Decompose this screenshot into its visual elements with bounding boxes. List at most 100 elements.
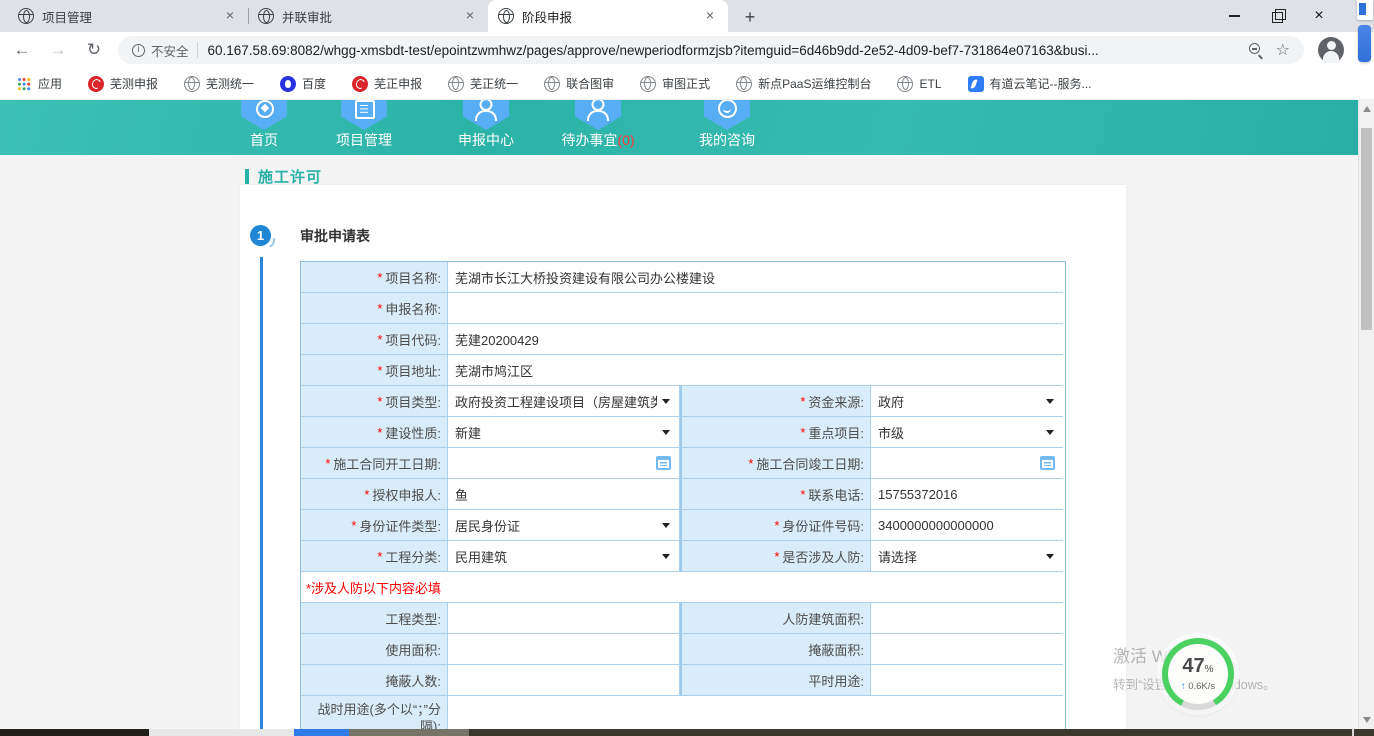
field-label: 掩蔽人数: [301, 665, 448, 696]
bookmark-label: 芜正统一 [470, 75, 518, 92]
profile-avatar[interactable] [1318, 37, 1344, 63]
field-text-input[interactable] [871, 665, 1063, 696]
windows-taskbar[interactable] [0, 729, 1374, 736]
dropdown-caret-icon [662, 430, 670, 435]
field-text-input[interactable]: 鱼 [448, 479, 680, 510]
person-icon [474, 100, 498, 120]
docked-note-icon[interactable] [1357, 0, 1373, 20]
field-text-input[interactable]: 芜湖市长江大桥投资建设有限公司办公楼建设 [448, 262, 1063, 293]
bookmark-item[interactable]: 审图正式 [640, 75, 710, 92]
tab-close-icon[interactable]: × [462, 8, 478, 24]
bookmarks-bar: 应用 芜测申报 芜测统一 百度 芜正申报 芜正统一 联合图审 审图正式 新点Pa… [0, 68, 1374, 100]
field-text-input[interactable] [448, 293, 1063, 324]
bookmark-item[interactable]: 芜正统一 [448, 75, 518, 92]
field-label: *项目地址: [301, 355, 448, 386]
field-label: 工程类型: [301, 603, 448, 634]
browser-tab[interactable]: 阶段申报 × [488, 0, 728, 32]
scrollbar-up-icon[interactable] [1363, 106, 1371, 112]
net-speed: 0.6K/s [1188, 681, 1215, 692]
field-label: *授权申报人: [301, 479, 448, 510]
field-text-input[interactable] [448, 696, 1063, 729]
field-text-input[interactable] [448, 603, 680, 634]
new-tab-button[interactable]: + [736, 4, 764, 32]
bookmark-item[interactable]: 联合图审 [544, 75, 614, 92]
zoom-out-icon[interactable] [1248, 42, 1264, 58]
bookmark-label: 芜测申报 [110, 75, 158, 92]
field-text-input[interactable]: 15755372016 [871, 479, 1063, 510]
back-icon[interactable]: ← [8, 36, 36, 64]
field-label: *申报名称: [301, 293, 448, 324]
reload-icon[interactable]: ↻ [80, 36, 108, 64]
calendar-icon[interactable] [656, 456, 671, 470]
field-label: *资金来源: [680, 386, 871, 417]
nav-label: 待办事宜 [561, 132, 617, 148]
address-bar[interactable]: 不安全 60.167.58.69:8082/whgg-xmsbdt-test/e… [118, 36, 1304, 64]
field-select-input[interactable]: 居民身份证 [448, 510, 680, 541]
dropdown-caret-icon [1046, 554, 1054, 559]
bookmark-item[interactable]: 新点PaaS运维控制台 [736, 75, 871, 92]
field-label: *重点项目: [680, 417, 871, 448]
forward-icon[interactable]: → [44, 36, 72, 64]
tab-title: 阶段申报 [522, 7, 694, 26]
field-text-input[interactable] [448, 634, 680, 665]
page-viewport: 首页 项目管理 申报中心 待办事宜(0) 我的咨询 施工许可 1 审批申请表 *… [0, 100, 1374, 729]
field-text-input[interactable]: 芜湖市鸠江区 [448, 355, 1063, 386]
field-label: *身份证件号码: [680, 510, 871, 541]
nav-label: 我的咨询 [699, 132, 755, 148]
tab-close-icon[interactable]: × [702, 8, 718, 24]
step-header: 1 审批申请表 [250, 225, 370, 246]
field-date-input[interactable] [871, 448, 1063, 479]
percent-sign: % [1205, 664, 1214, 675]
required-asterisk: * [325, 456, 330, 471]
scrollbar-thumb[interactable] [1361, 128, 1372, 330]
taskbar-divider [1352, 729, 1354, 736]
field-text-input[interactable] [448, 665, 680, 696]
scrollbar-down-icon[interactable] [1363, 717, 1371, 723]
tab-close-icon[interactable]: × [222, 8, 238, 24]
page-scrollbar[interactable] [1358, 100, 1374, 729]
window-close-icon[interactable]: × [1298, 0, 1340, 32]
calendar-icon[interactable] [1040, 456, 1055, 470]
section-header: 施工许可 [245, 166, 322, 187]
field-text-input[interactable] [871, 634, 1063, 665]
bookmark-item[interactable]: 芜测申报 [88, 75, 158, 92]
field-date-input[interactable] [448, 448, 680, 479]
browser-tab-strip: 项目管理 × 并联审批 × 阶段申报 × + × [0, 0, 1374, 32]
window-restore-icon[interactable] [1256, 0, 1298, 32]
taskbar-active-app[interactable] [294, 729, 349, 736]
browser-tab[interactable]: 项目管理 × [8, 0, 248, 32]
bookmark-star-icon[interactable]: ☆ [1276, 40, 1290, 60]
required-asterisk: * [800, 394, 805, 409]
field-label: 战时用途(多个以“；”分隔): [301, 696, 448, 729]
bookmark-item[interactable]: 芜测统一 [184, 75, 254, 92]
field-select-input[interactable]: 政府投资工程建设项目（房屋建筑类） [448, 386, 680, 417]
field-select-input[interactable]: 政府 [871, 386, 1063, 417]
required-asterisk: * [377, 425, 382, 440]
field-select-input[interactable]: 市级 [871, 417, 1063, 448]
dropdown-caret-icon [662, 523, 670, 528]
required-asterisk: * [377, 332, 382, 347]
window-minimize-icon[interactable] [1214, 0, 1256, 32]
required-asterisk: * [377, 270, 382, 285]
bookmark-label: 芜测统一 [206, 75, 254, 92]
field-text-input[interactable]: 芜建20200429 [448, 324, 1063, 355]
field-text-input[interactable]: 3400000000000000 [871, 510, 1063, 541]
bookmark-item[interactable]: 有道云笔记--服务... [968, 75, 1092, 92]
field-select-input[interactable]: 民用建筑 [448, 541, 680, 572]
bookmark-item[interactable]: ETL [897, 76, 941, 92]
list-icon [352, 100, 376, 120]
field-select-input[interactable]: 新建 [448, 417, 680, 448]
browser-tab[interactable]: 并联审批 × [248, 0, 488, 32]
site-info-icon[interactable] [132, 44, 145, 57]
field-select-input[interactable]: 请选择 [871, 541, 1063, 572]
required-asterisk: * [377, 549, 382, 564]
bookmark-label: 联合图审 [566, 75, 614, 92]
bookmark-item[interactable]: 百度 [280, 75, 326, 92]
docked-sidebar-handle[interactable] [1358, 25, 1371, 62]
smile-icon [715, 100, 739, 120]
bookmark-item[interactable]: 应用 [16, 75, 62, 92]
bookmark-item[interactable]: 芜正申报 [352, 75, 422, 92]
bookmark-label: ETL [919, 77, 941, 91]
network-speed-widget[interactable]: 47% ↑ 0.6K/s [1162, 638, 1234, 710]
field-text-input[interactable] [871, 603, 1063, 634]
